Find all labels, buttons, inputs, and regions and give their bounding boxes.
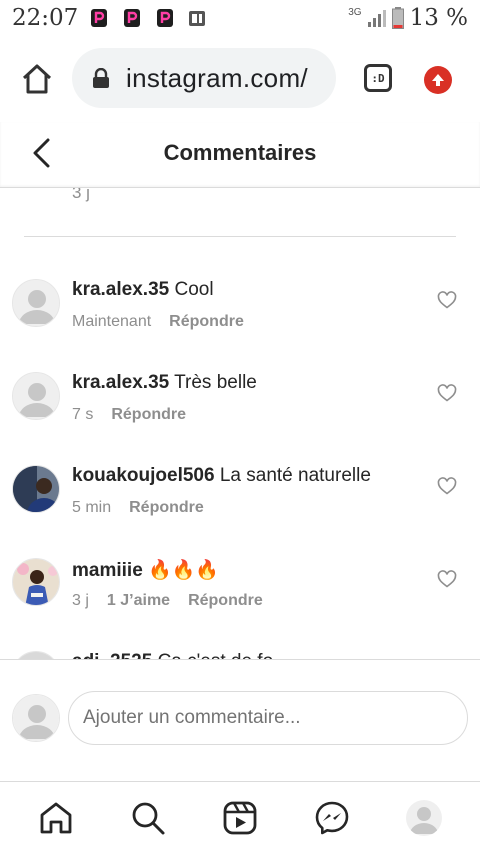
comment-text: mamiiie 🔥🔥🔥: [72, 558, 219, 582]
home-icon[interactable]: [20, 62, 54, 96]
comment-meta: Maintenant Répondre: [72, 313, 244, 331]
home-icon[interactable]: [38, 800, 74, 836]
url-text: instagram.com/: [126, 63, 308, 93]
comments-list[interactable]: 3 j kra.alex.35 Cool Maintenant Répondre: [0, 188, 480, 659]
comment-text: kouakoujoel506 La santé naturelle: [72, 465, 371, 487]
comment-username[interactable]: kouakoujoel506: [72, 465, 215, 486]
avatar[interactable]: [12, 465, 60, 513]
comment-time: 7 s: [72, 406, 94, 423]
signal-icon: [367, 10, 386, 27]
avatar[interactable]: [12, 651, 60, 659]
update-button[interactable]: [424, 66, 452, 94]
divider: [24, 236, 456, 237]
comment-item: mamiiie 🔥🔥🔥 3 j 1 J’aime Répondre: [0, 558, 480, 651]
page-header: Commentaires: [0, 122, 480, 188]
arrow-up-icon: [432, 74, 444, 86]
avatar[interactable]: [12, 279, 60, 327]
search-icon[interactable]: [130, 800, 166, 836]
p-icon: [157, 9, 173, 27]
lock-icon: [93, 68, 109, 88]
comment-item: kra.alex.35 Cool Maintenant Répondre: [0, 279, 480, 372]
comment-meta: 3 j 1 J’aime Répondre: [72, 592, 263, 610]
reply-button[interactable]: Répondre: [129, 499, 204, 517]
comment-body: La santé naturelle: [219, 465, 371, 486]
reels-icon[interactable]: [222, 800, 258, 836]
comment-time: 3 j: [72, 592, 89, 609]
page-title: Commentaires: [163, 140, 317, 165]
comment-time: 5 min: [72, 499, 112, 516]
browser-toolbar: instagram.com/ :D: [0, 36, 480, 122]
comment-username[interactable]: mamiiie: [72, 560, 143, 581]
heart-icon[interactable]: [437, 291, 457, 309]
reply-button[interactable]: Répondre: [111, 406, 186, 424]
comment-body: Cool: [174, 279, 214, 300]
profile-photo-icon: [13, 652, 59, 659]
address-bar[interactable]: instagram.com/: [72, 48, 336, 108]
comment-username[interactable]: kra.alex.35: [72, 279, 169, 300]
messenger-icon[interactable]: [314, 800, 350, 836]
likes-count[interactable]: 1 J’aime: [107, 592, 170, 610]
comment-text: kra.alex.35 Très belle: [72, 372, 257, 394]
comment-text: adi_2525 Ça c'est de fo: [72, 651, 273, 659]
default-avatar-icon: [13, 695, 59, 741]
status-right: 3G 13 %: [348, 5, 468, 31]
profile-photo-icon: [13, 466, 59, 512]
network-type: 3G: [348, 6, 362, 18]
profile-tab[interactable]: [406, 800, 442, 836]
default-avatar-icon: [13, 373, 59, 419]
avatar[interactable]: [12, 558, 60, 606]
reply-button[interactable]: Répondre: [169, 313, 244, 331]
comment-meta: 5 min Répondre: [72, 499, 204, 517]
p-icon: [124, 9, 140, 27]
comment-meta: 7 s Répondre: [72, 406, 186, 424]
comment-input[interactable]: [68, 691, 468, 745]
status-time: 22:07: [12, 5, 79, 31]
default-avatar-icon: [13, 280, 59, 326]
heart-icon[interactable]: [437, 384, 457, 402]
battery-icon: [391, 7, 404, 29]
comment-username[interactable]: adi_2525: [72, 651, 152, 659]
comment-time: Maintenant: [72, 313, 152, 330]
comment-item: kouakoujoel506 La santé naturelle 5 min …: [0, 465, 480, 558]
profile-photo-icon: [13, 559, 59, 605]
battery-percent: 13 %: [409, 5, 468, 31]
comment-item: kra.alex.35 Très belle 7 s Répondre: [0, 372, 480, 465]
tab-switcher-button[interactable]: :D: [364, 64, 392, 92]
bottom-nav: [0, 781, 480, 854]
default-avatar-icon: [406, 800, 442, 836]
comment-item: adi_2525 Ça c'est de fo: [0, 651, 480, 659]
comment-username[interactable]: kra.alex.35: [72, 372, 169, 393]
comment-text: kra.alex.35 Cool: [72, 279, 214, 301]
news-icon: [189, 11, 205, 26]
reply-button[interactable]: Répondre: [188, 592, 263, 610]
status-bar: 22:07 3G 13 %: [0, 0, 480, 36]
heart-icon[interactable]: [437, 477, 457, 495]
comment-body: Très belle: [174, 372, 257, 393]
comment-body: Ça c'est de fo: [158, 651, 274, 659]
p-icon: [91, 9, 107, 27]
heart-icon[interactable]: [437, 570, 457, 588]
avatar[interactable]: [12, 372, 60, 420]
previous-comment-time: 3 j: [72, 188, 90, 202]
add-comment-bar: [0, 659, 480, 781]
own-avatar: [12, 694, 60, 742]
comment-body: 🔥🔥🔥: [148, 560, 220, 581]
